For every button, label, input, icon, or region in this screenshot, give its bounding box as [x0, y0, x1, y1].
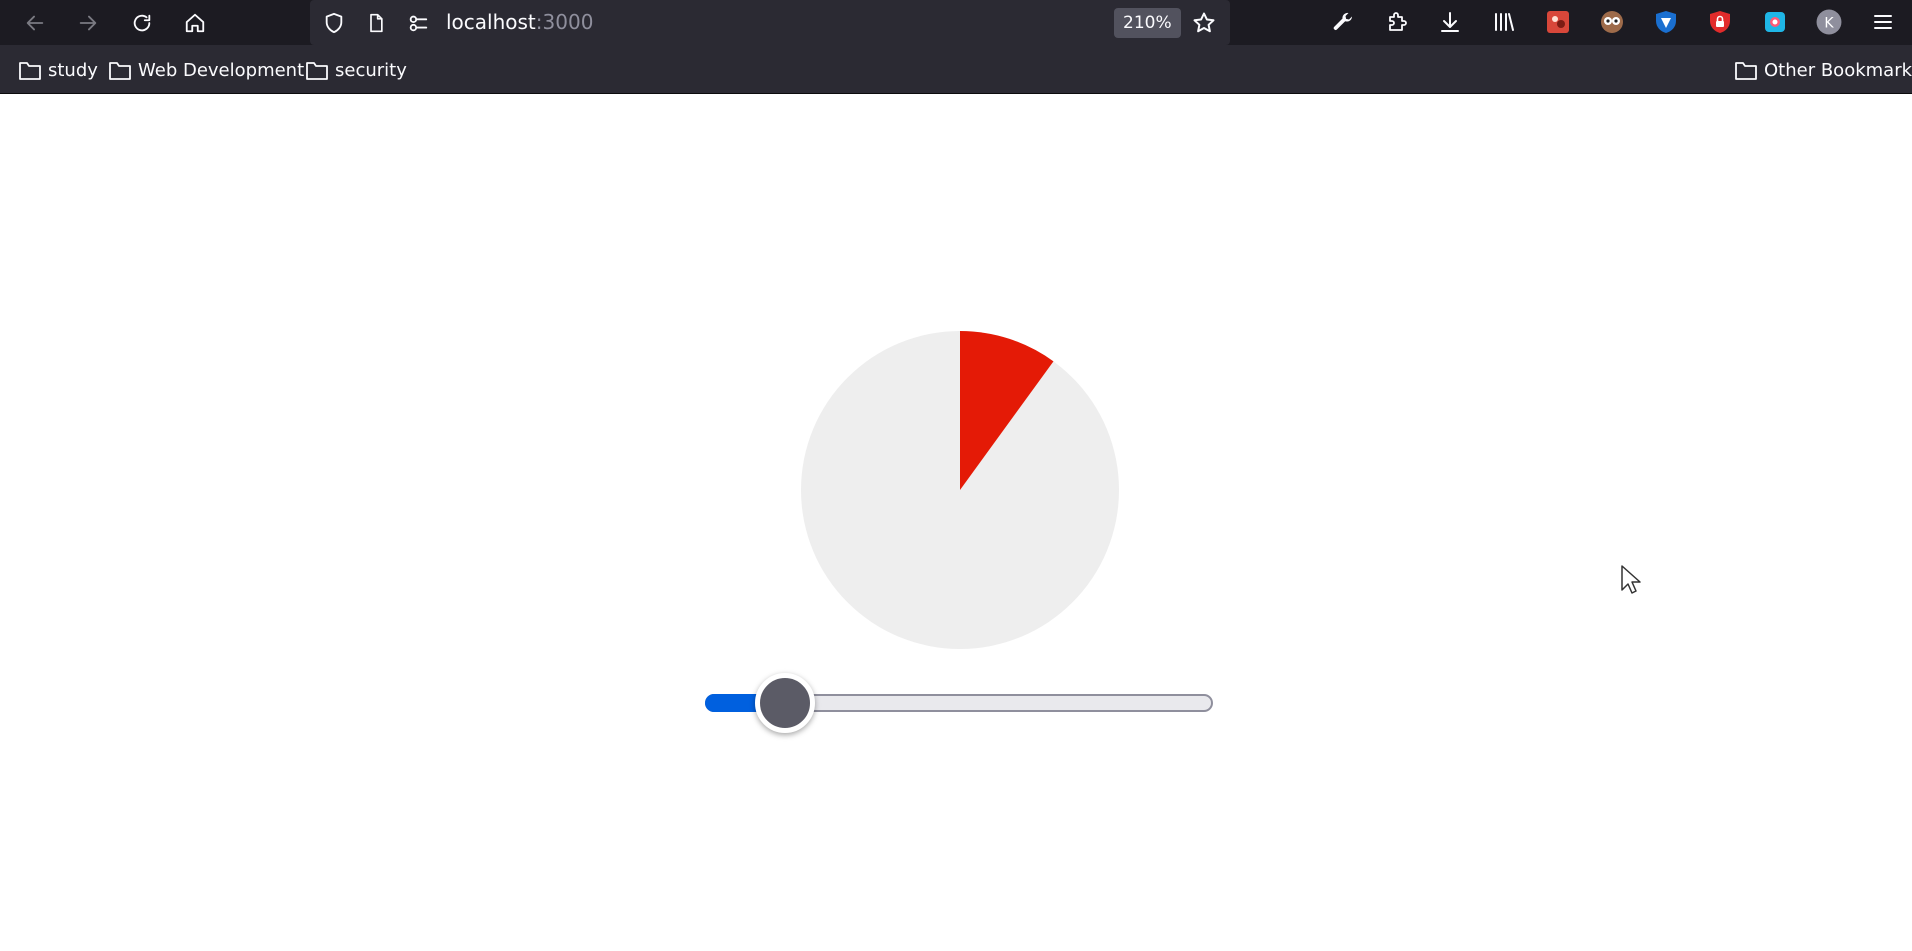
pie-chart [800, 330, 1120, 650]
folder-icon [109, 62, 131, 80]
other-bookmarks[interactable]: Other Bookmarks [1734, 57, 1912, 83]
folder-icon [1735, 62, 1757, 80]
wrench-icon[interactable] [1329, 8, 1357, 36]
page-content [0, 94, 1912, 951]
account-avatar-icon[interactable]: K [1815, 8, 1843, 36]
page-info-icon[interactable] [364, 11, 388, 35]
menu-icon[interactable] [1869, 8, 1897, 36]
folder-icon [306, 62, 328, 80]
url-host: localhost [446, 10, 536, 34]
extension-owl-icon[interactable] [1598, 8, 1626, 36]
downloads-icon[interactable] [1436, 8, 1464, 36]
bookmarks-toolbar: study Web Development security Other Boo… [0, 45, 1912, 94]
browser-toolbar: localhost:3000 210% K [0, 0, 1912, 45]
extension-lock-red-icon[interactable] [1706, 8, 1734, 36]
permissions-icon[interactable] [406, 11, 430, 35]
bookmark-star-icon[interactable] [1192, 11, 1216, 35]
back-icon[interactable] [18, 6, 52, 40]
reload-icon[interactable] [125, 6, 159, 40]
folder-icon [19, 62, 41, 80]
tracking-protection-shield-icon[interactable] [322, 11, 346, 35]
other-bookmarks-label: Other Bookmarks [1764, 59, 1912, 81]
url-text[interactable]: localhost:3000 [446, 10, 593, 34]
library-icon[interactable] [1490, 8, 1518, 36]
mouse-cursor-icon [1621, 565, 1641, 594]
extension-shield-blue-icon[interactable] [1652, 8, 1680, 36]
bookmark-label: study [48, 59, 98, 81]
extension-red-icon[interactable] [1544, 8, 1572, 36]
url-bar[interactable]: localhost:3000 210% [310, 0, 1230, 45]
bookmark-label: security [335, 59, 407, 81]
zoom-level-badge[interactable]: 210% [1114, 8, 1181, 38]
bookmark-folder-security[interactable]: security [305, 57, 407, 83]
extension-blue-square-icon[interactable] [1761, 8, 1789, 36]
bookmark-label: Web Development [138, 59, 305, 81]
percentage-slider[interactable] [705, 668, 1213, 738]
account-initial: K [1824, 15, 1834, 31]
bookmark-folder-web-development[interactable]: Web Development [108, 57, 304, 83]
forward-icon[interactable] [71, 6, 105, 40]
slider-thumb[interactable] [754, 673, 815, 733]
extensions-icon[interactable] [1383, 8, 1411, 36]
bookmark-folder-study[interactable]: study [18, 57, 98, 83]
url-port: :3000 [535, 10, 594, 34]
home-icon[interactable] [178, 6, 212, 40]
